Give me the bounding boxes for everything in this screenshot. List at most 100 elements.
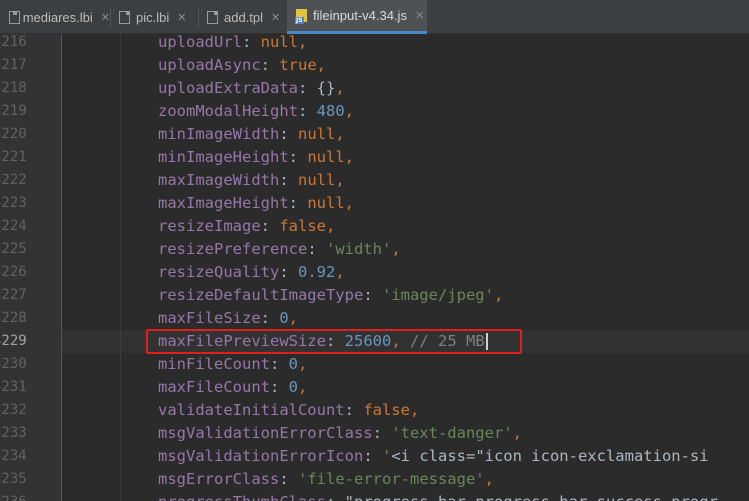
code-line[interactable]: maxImageHeight: null, bbox=[158, 192, 354, 215]
code-token: , bbox=[298, 355, 308, 373]
close-tab-icon[interactable]: ✕ bbox=[177, 11, 186, 24]
code-token: msgErrorClass bbox=[158, 470, 280, 488]
code-token: : bbox=[363, 286, 382, 304]
code-token: ' bbox=[381, 447, 392, 465]
code-line[interactable]: uploadUrl: null, bbox=[158, 34, 307, 54]
code-line[interactable]: uploadAsync: true, bbox=[158, 54, 326, 77]
code-token: {} bbox=[316, 79, 336, 97]
code-token: , bbox=[391, 240, 401, 258]
code-token: , bbox=[344, 102, 354, 120]
line-number: 3235 bbox=[0, 471, 27, 487]
code-line[interactable]: maxFileSize: 0, bbox=[158, 307, 298, 330]
line-number: 3222 bbox=[0, 172, 27, 188]
code-token: , bbox=[326, 217, 336, 235]
line-number: 3224 bbox=[0, 218, 27, 234]
code-token: null bbox=[298, 125, 336, 143]
code-token: : bbox=[297, 79, 317, 97]
code-token: : bbox=[363, 447, 382, 465]
code-token: 0 bbox=[288, 378, 298, 396]
indent-guide bbox=[120, 34, 121, 501]
code-token: 0.92 bbox=[298, 263, 336, 281]
line-number: 3232 bbox=[0, 402, 27, 418]
code-line[interactable]: validateInitialCount: false, bbox=[158, 399, 419, 422]
tab-pic-lbi[interactable]: pic.lbi ✕ bbox=[110, 0, 198, 34]
code-line[interactable]: resizeImage: false, bbox=[158, 215, 335, 238]
line-number-gutter[interactable]: 3216 3217 3218 3219 3220 3221 3222 3223 3224 3225… bbox=[0, 34, 62, 501]
code-token: true bbox=[279, 56, 317, 74]
code-token: maxImageHeight bbox=[158, 194, 289, 212]
text-caret bbox=[485, 333, 488, 350]
line-number: 3223 bbox=[0, 195, 27, 211]
tab-label: fileinput-v4.34.js bbox=[313, 8, 407, 23]
code-token: resizeImage bbox=[158, 217, 261, 235]
code-token: , bbox=[484, 470, 494, 488]
code-token: minImageWidth bbox=[158, 125, 280, 143]
code-token: , bbox=[344, 194, 354, 212]
code-token: <i class="icon icon-exclamation-si bbox=[391, 447, 709, 465]
line-number: 3236 bbox=[0, 491, 27, 501]
code-token: : bbox=[242, 34, 261, 51]
code-area[interactable]: uploadUrl: null, uploadAsync: true, upload… bbox=[62, 34, 749, 501]
code-line[interactable]: resizeDefaultImageType: 'image/jpeg', bbox=[158, 284, 503, 307]
code-line[interactable]: msgValidationErrorClass: 'text-danger', bbox=[158, 422, 522, 445]
line-number: 3217 bbox=[0, 57, 27, 73]
tab-mediares-lbi[interactable]: mediares.lbi ✕ bbox=[0, 0, 110, 34]
code-line[interactable]: minFileCount: 0, bbox=[158, 353, 307, 376]
file-icon bbox=[9, 10, 20, 24]
tab-fileinput-v4-34-js[interactable]: JS fileinput-v4.34.js ✕ bbox=[287, 0, 427, 34]
code-line[interactable]: msgErrorClass: 'file-error-message', bbox=[158, 468, 494, 491]
code-line[interactable]: maxFilePreviewSize: 25600, // 25 MB bbox=[158, 330, 488, 353]
code-token: , bbox=[409, 401, 420, 419]
code-token: : bbox=[372, 424, 392, 442]
code-token: resizePreference bbox=[158, 240, 308, 258]
code-token: minFileCount bbox=[158, 355, 270, 373]
tab-label: add.tpl bbox=[224, 9, 264, 25]
code-token: : bbox=[288, 194, 308, 212]
tab-label: pic.lbi bbox=[136, 9, 170, 25]
code-token: 'width' bbox=[325, 240, 392, 258]
code-token: progressThumbClass bbox=[158, 493, 326, 501]
code-line[interactable]: minImageWidth: null, bbox=[158, 123, 345, 146]
close-tab-icon[interactable]: ✕ bbox=[415, 9, 424, 22]
tab-add-tpl[interactable]: add.tpl ✕ bbox=[198, 0, 287, 34]
code-token: : bbox=[288, 148, 308, 166]
code-token: maxFilePreviewSize bbox=[158, 332, 326, 350]
code-line[interactable]: uploadExtraData: {}, bbox=[158, 77, 345, 100]
code-line[interactable]: progressThumbClass: "progress-bar progre… bbox=[158, 491, 718, 501]
code-token: false bbox=[279, 217, 326, 235]
line-number: 3216 bbox=[0, 34, 27, 50]
line-number: 3230 bbox=[0, 356, 27, 372]
code-token: resizeDefaultImageType bbox=[158, 286, 364, 304]
code-token: , bbox=[391, 332, 410, 350]
code-token: 25600 bbox=[344, 332, 392, 350]
code-editor[interactable]: mediares.lbi ✕ pic.lbi ✕ add.tpl ✕ JS fileinput… bbox=[0, 0, 749, 501]
code-token: 0 bbox=[288, 355, 298, 373]
code-token: null bbox=[298, 171, 336, 189]
line-number: 3231 bbox=[0, 379, 27, 395]
code-token: , bbox=[288, 309, 299, 327]
code-token: msgValidationErrorClass bbox=[158, 424, 373, 442]
code-token: : bbox=[279, 125, 298, 143]
code-token: resizeQuality bbox=[158, 263, 280, 281]
line-number: 3225 bbox=[0, 241, 27, 257]
code-line[interactable]: resizePreference: 'width', bbox=[158, 238, 401, 261]
code-token: null bbox=[307, 148, 345, 166]
code-token: 0 bbox=[279, 309, 289, 327]
code-token: , bbox=[298, 378, 308, 396]
code-token: maxImageWidth bbox=[158, 171, 280, 189]
line-number: 3229 bbox=[0, 333, 27, 349]
tab-label: mediares.lbi bbox=[22, 9, 93, 25]
line-number: 3220 bbox=[0, 126, 27, 142]
close-tab-icon[interactable]: ✕ bbox=[271, 11, 280, 24]
code-line[interactable]: zoomModalHeight: 480, bbox=[158, 100, 354, 123]
code-line[interactable]: minImageHeight: null, bbox=[158, 146, 354, 169]
code-line[interactable]: msgValidationErrorIcon: '<i class="icon … bbox=[158, 445, 709, 468]
code-token: minImageHeight bbox=[158, 148, 289, 166]
code-line[interactable]: maxImageWidth: null, bbox=[158, 169, 345, 192]
line-number: 3219 bbox=[0, 103, 27, 119]
code-line[interactable]: resizeQuality: 0.92, bbox=[158, 261, 345, 284]
code-line[interactable]: maxFileCount: 0, bbox=[158, 376, 307, 399]
line-number: 3233 bbox=[0, 425, 27, 441]
close-tab-icon[interactable]: ✕ bbox=[101, 11, 110, 24]
code-token: maxFileSize bbox=[158, 309, 261, 327]
